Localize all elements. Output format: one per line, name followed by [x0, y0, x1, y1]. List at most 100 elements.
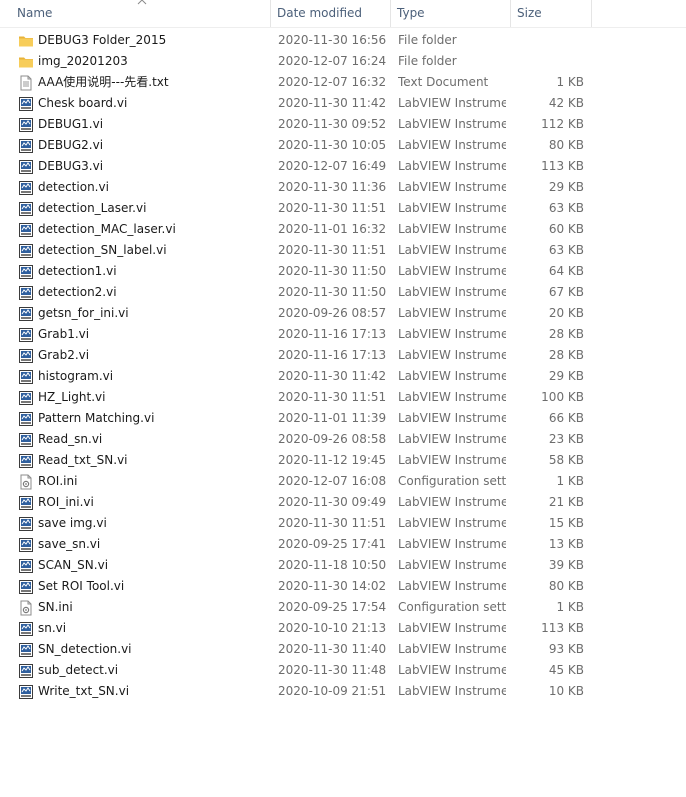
file-size: 63 KB	[548, 243, 584, 257]
file-date-modified: 2020-09-26 08:58	[278, 432, 387, 446]
file-row[interactable]: SN_detection.vi 2020-11-30 11:40 LabVIEW…	[0, 639, 686, 660]
file-row[interactable]: Set ROI Tool.vi 2020-11-30 14:02 LabVIEW…	[0, 576, 686, 597]
column-header-date-modified[interactable]: Date modified	[271, 0, 391, 27]
file-name: sub_detect.vi	[38, 663, 119, 677]
column-header-size[interactable]: Size	[511, 0, 592, 27]
labview-vi-icon	[18, 390, 34, 406]
column-header-type[interactable]: Type	[391, 0, 511, 27]
file-row[interactable]: DEBUG1.vi 2020-11-30 09:52 LabVIEW Instr…	[0, 114, 686, 135]
file-type: LabVIEW Instrume...	[398, 684, 506, 698]
file-type: LabVIEW Instrume...	[398, 390, 506, 404]
labview-vi-icon	[18, 96, 34, 112]
file-date-modified: 2020-11-01 11:39	[278, 411, 387, 425]
file-name: Pattern Matching.vi	[38, 411, 155, 425]
file-row[interactable]: getsn_for_ini.vi 2020-09-26 08:57 LabVIE…	[0, 303, 686, 324]
file-row[interactable]: DEBUG3 Folder_2015 2020-11-30 16:56 File…	[0, 30, 686, 51]
labview-vi-icon	[18, 495, 34, 511]
file-type: LabVIEW Instrume...	[398, 306, 506, 320]
file-size: 39 KB	[548, 558, 584, 572]
file-date-modified: 2020-11-30 11:42	[278, 369, 387, 383]
file-type: LabVIEW Instrume...	[398, 621, 506, 635]
file-name: img_20201203	[38, 54, 128, 68]
file-size: 15 KB	[548, 516, 584, 530]
file-row[interactable]: ROI.ini 2020-12-07 16:08 Configuration s…	[0, 471, 686, 492]
file-name: Read_txt_SN.vi	[38, 453, 128, 467]
file-size: 80 KB	[548, 138, 584, 152]
file-type: LabVIEW Instrume...	[398, 285, 506, 299]
file-date-modified: 2020-12-07 16:32	[278, 75, 387, 89]
file-date-modified: 2020-11-30 09:49	[278, 495, 387, 509]
file-row[interactable]: Grab1.vi 2020-11-16 17:13 LabVIEW Instru…	[0, 324, 686, 345]
file-type: LabVIEW Instrume...	[398, 411, 506, 425]
file-size: 29 KB	[548, 369, 584, 383]
file-row[interactable]: DEBUG2.vi 2020-11-30 10:05 LabVIEW Instr…	[0, 135, 686, 156]
file-name: save_sn.vi	[38, 537, 101, 551]
file-row[interactable]: Pattern Matching.vi 2020-11-01 11:39 Lab…	[0, 408, 686, 429]
file-type: File folder	[398, 54, 457, 68]
file-name: SN_detection.vi	[38, 642, 132, 656]
file-size: 42 KB	[548, 96, 584, 110]
file-row[interactable]: img_20201203 2020-12-07 16:24 File folde…	[0, 51, 686, 72]
file-row[interactable]: detection2.vi 2020-11-30 11:50 LabVIEW I…	[0, 282, 686, 303]
file-row[interactable]: AAA使用说明---先看.txt 2020-12-07 16:32 Text D…	[0, 72, 686, 93]
file-type: LabVIEW Instrume...	[398, 495, 506, 509]
file-type: LabVIEW Instrume...	[398, 138, 506, 152]
file-row[interactable]: histogram.vi 2020-11-30 11:42 LabVIEW In…	[0, 366, 686, 387]
file-row[interactable]: Read_sn.vi 2020-09-26 08:58 LabVIEW Inst…	[0, 429, 686, 450]
column-divider[interactable]	[591, 0, 592, 27]
file-row[interactable]: Chesk board.vi 2020-11-30 11:42 LabVIEW …	[0, 93, 686, 114]
file-row[interactable]: Write_txt_SN.vi 2020-10-09 21:51 LabVIEW…	[0, 681, 686, 702]
file-size: 100 KB	[541, 390, 584, 404]
file-name: getsn_for_ini.vi	[38, 306, 129, 320]
labview-vi-icon	[18, 537, 34, 553]
labview-vi-icon	[18, 306, 34, 322]
file-size: 113 KB	[541, 621, 584, 635]
sort-ascending-icon	[137, 0, 147, 5]
file-size: 23 KB	[548, 432, 584, 446]
file-row[interactable]: detection_Laser.vi 2020-11-30 11:51 LabV…	[0, 198, 686, 219]
file-row[interactable]: sn.vi 2020-10-10 21:13 LabVIEW Instrume.…	[0, 618, 686, 639]
file-date-modified: 2020-11-18 10:50	[278, 558, 387, 572]
file-size: 13 KB	[548, 537, 584, 551]
file-date-modified: 2020-11-30 11:51	[278, 516, 387, 530]
file-date-modified: 2020-11-16 17:13	[278, 348, 387, 362]
file-type: LabVIEW Instrume...	[398, 516, 506, 530]
file-name: detection_Laser.vi	[38, 201, 147, 215]
file-date-modified: 2020-11-30 11:50	[278, 264, 387, 278]
file-size: 112 KB	[541, 117, 584, 131]
labview-vi-icon	[18, 516, 34, 532]
file-date-modified: 2020-11-30 11:50	[278, 285, 387, 299]
file-type: LabVIEW Instrume...	[398, 432, 506, 446]
file-name: ROI_ini.vi	[38, 495, 94, 509]
labview-vi-icon	[18, 264, 34, 280]
file-date-modified: 2020-09-26 08:57	[278, 306, 387, 320]
file-row[interactable]: detection1.vi 2020-11-30 11:50 LabVIEW I…	[0, 261, 686, 282]
folder-icon	[18, 33, 34, 49]
file-date-modified: 2020-11-30 11:51	[278, 243, 387, 257]
file-row[interactable]: Read_txt_SN.vi 2020-11-12 19:45 LabVIEW …	[0, 450, 686, 471]
file-row[interactable]: save_sn.vi 2020-09-25 17:41 LabVIEW Inst…	[0, 534, 686, 555]
file-type: LabVIEW Instrume...	[398, 537, 506, 551]
file-row[interactable]: detection.vi 2020-11-30 11:36 LabVIEW In…	[0, 177, 686, 198]
labview-vi-icon	[18, 453, 34, 469]
file-name: detection1.vi	[38, 264, 117, 278]
file-row[interactable]: Grab2.vi 2020-11-16 17:13 LabVIEW Instru…	[0, 345, 686, 366]
file-size: 20 KB	[548, 306, 584, 320]
file-size: 67 KB	[548, 285, 584, 299]
file-row[interactable]: SCAN_SN.vi 2020-11-18 10:50 LabVIEW Inst…	[0, 555, 686, 576]
file-size: 58 KB	[548, 453, 584, 467]
file-row[interactable]: ROI_ini.vi 2020-11-30 09:49 LabVIEW Inst…	[0, 492, 686, 513]
file-size: 80 KB	[548, 579, 584, 593]
file-row[interactable]: save img.vi 2020-11-30 11:51 LabVIEW Ins…	[0, 513, 686, 534]
file-row[interactable]: SN.ini 2020-09-25 17:54 Configuration se…	[0, 597, 686, 618]
file-row[interactable]: HZ_Light.vi 2020-11-30 11:51 LabVIEW Ins…	[0, 387, 686, 408]
file-date-modified: 2020-11-30 11:36	[278, 180, 387, 194]
file-date-modified: 2020-11-30 16:56	[278, 33, 387, 47]
file-date-modified: 2020-11-30 10:05	[278, 138, 387, 152]
file-row[interactable]: detection_SN_label.vi 2020-11-30 11:51 L…	[0, 240, 686, 261]
labview-vi-icon	[18, 243, 34, 259]
labview-vi-icon	[18, 201, 34, 217]
file-row[interactable]: DEBUG3.vi 2020-12-07 16:49 LabVIEW Instr…	[0, 156, 686, 177]
file-row[interactable]: detection_MAC_laser.vi 2020-11-01 16:32 …	[0, 219, 686, 240]
file-row[interactable]: sub_detect.vi 2020-11-30 11:48 LabVIEW I…	[0, 660, 686, 681]
